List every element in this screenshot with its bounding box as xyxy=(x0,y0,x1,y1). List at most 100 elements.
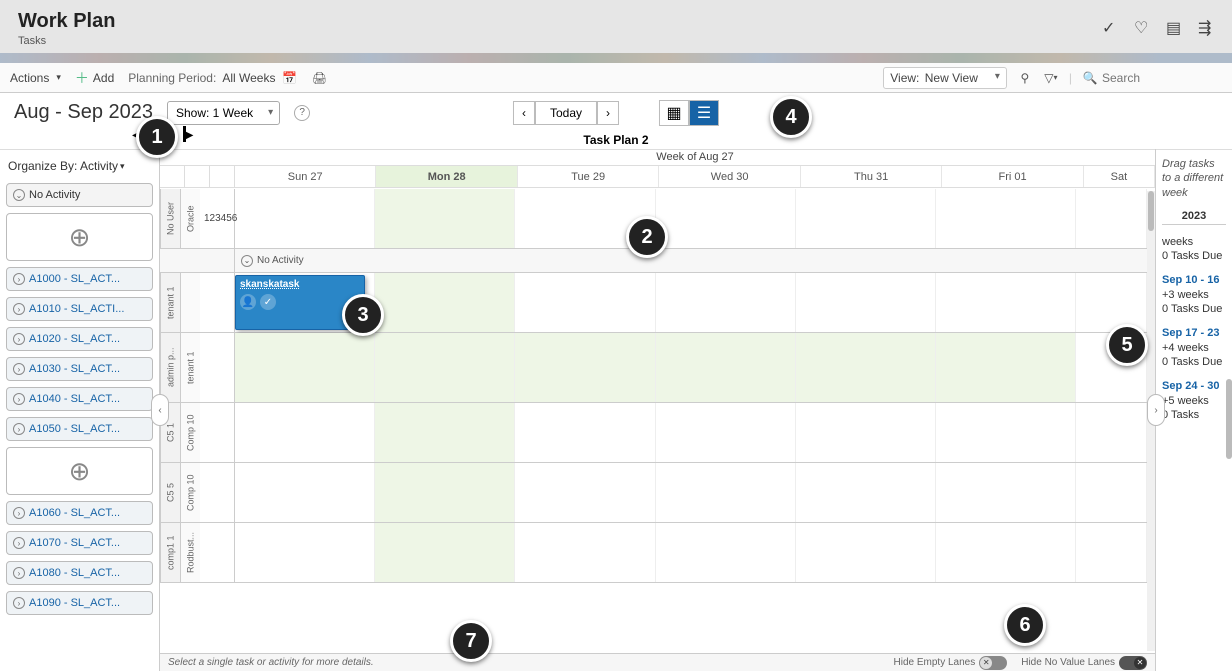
activity-chip[interactable]: ›A1040 - SL_ACT... xyxy=(6,387,153,411)
lane-row[interactable]: comp1 1 Rodbust... xyxy=(160,523,1147,583)
print-icon[interactable]: 🖨 xyxy=(311,70,327,86)
activity-chip[interactable]: ›A1060 - SL_ACT... xyxy=(6,501,153,525)
planning-label: Planning Period: xyxy=(128,71,216,85)
collapse-right-handle[interactable]: › xyxy=(1147,394,1165,426)
calendar-icon[interactable]: 📅 xyxy=(281,70,297,86)
left-sidebar: Organize By: Activity▾ ⌄No Activity ⊕ ›A… xyxy=(0,149,160,671)
no-activity-chip[interactable]: ⌄No Activity xyxy=(6,183,153,207)
week-header: Week of Aug 27 xyxy=(160,149,1155,166)
title-block: Work Plan Tasks xyxy=(18,10,115,47)
help-icon[interactable]: ? xyxy=(294,105,310,121)
view-value: New View xyxy=(925,71,978,85)
activity-chip[interactable]: ›A1030 - SL_ACT... xyxy=(6,357,153,381)
annotation-1: 1 xyxy=(136,116,178,158)
day-header[interactable]: Sun 27 xyxy=(235,166,376,187)
day-header[interactable]: Tue 29 xyxy=(518,166,659,187)
right-scrollbar[interactable] xyxy=(1226,379,1232,459)
activity-chip[interactable]: ›A1050 - SL_ACT... xyxy=(6,417,153,441)
day-header[interactable]: Thu 31 xyxy=(801,166,942,187)
filter-icon[interactable]: ▽▾ xyxy=(1043,70,1059,86)
grid-view-button[interactable]: ▦ xyxy=(659,100,689,126)
day-header[interactable]: Mon 28 xyxy=(376,166,517,187)
actions-menu[interactable]: Actions▾ xyxy=(10,71,61,85)
annotation-2: 2 xyxy=(626,216,668,258)
activity-chip[interactable]: ›A1000 - SL_ACT... xyxy=(6,267,153,291)
year-label: 2023 xyxy=(1162,210,1226,225)
week-block[interactable]: weeks 0 Tasks Due xyxy=(1162,235,1226,264)
heart-icon[interactable]: ♡ xyxy=(1134,18,1150,34)
activity-chip[interactable]: ›A1080 - SL_ACT... xyxy=(6,561,153,585)
day-header[interactable]: Fri 01 xyxy=(942,166,1083,187)
lane-row[interactable]: C5 1 Comp 10 xyxy=(160,403,1147,463)
search-field[interactable]: 🔍 xyxy=(1082,70,1222,86)
annotation-5: 5 xyxy=(1106,324,1148,366)
day-header-row: Sun 27 Mon 28 Tue 29 Wed 30 Thu 31 Fri 0… xyxy=(160,166,1155,188)
task-user-icon: 👤 xyxy=(240,294,256,310)
today-button[interactable]: Today xyxy=(535,101,597,125)
lane-row[interactable]: tenant 1 skanskatask 👤 ✓ xyxy=(160,273,1147,333)
toolbar: Actions▾ ＋Add Planning Period: All Weeks… xyxy=(0,63,1232,93)
lane-inner-label: Comp 10 xyxy=(180,463,200,522)
collapse-left-handle[interactable]: ‹ xyxy=(151,394,169,426)
planning-period[interactable]: Planning Period: All Weeks 📅 xyxy=(128,70,297,86)
page-icon[interactable]: ▤ xyxy=(1166,18,1182,34)
annotation-3: 3 xyxy=(342,294,384,336)
day-header[interactable]: Sat xyxy=(1084,166,1155,187)
lane-outer-label: C5 5 xyxy=(160,463,180,522)
prev-button[interactable]: ‹ xyxy=(513,101,535,125)
activity-chip[interactable]: ›A1090 - SL_ACT... xyxy=(6,591,153,615)
lane-outer-label: tenant 1 xyxy=(160,273,180,332)
view-switch: ▦ ☰ xyxy=(659,100,719,126)
search-icon: 🔍 xyxy=(1082,70,1098,86)
gantt-view-button[interactable]: ☰ xyxy=(689,100,719,126)
activity-chip[interactable]: ›A1010 - SL_ACTI... xyxy=(6,297,153,321)
lane-outer-label: admin p... xyxy=(160,333,180,402)
footer-hint: Select a single task or activity for mor… xyxy=(168,657,374,668)
hide-empty-toggle[interactable]: Hide Empty Lanes ✕ xyxy=(894,656,1008,670)
lane-outer-label: No User xyxy=(160,189,180,248)
check-icon[interactable]: ✓ xyxy=(1102,18,1118,34)
week-block[interactable]: Sep 17 - 23 +4 weeks 0 Tasks Due xyxy=(1162,326,1226,369)
wand-icon[interactable]: ⚲ xyxy=(1017,70,1033,86)
activity-chip[interactable]: ›A1020 - SL_ACT... xyxy=(6,327,153,351)
view-dropdown[interactable]: View: New View xyxy=(883,67,1007,89)
task-card-name: skanskatask xyxy=(240,279,360,290)
week-block[interactable]: Sep 10 - 16 +3 weeks 0 Tasks Due xyxy=(1162,273,1226,316)
date-nav: ‹ Today › ▦ ☰ xyxy=(513,100,719,126)
lane-inner-label: Oracle xyxy=(180,189,200,248)
lanes: No User Oracle 123456 ⌄ No Activity xyxy=(160,189,1147,651)
body: Task Plan 2 Organize By: Activity▾ ⌄No A… xyxy=(0,131,1232,671)
period-title: Aug - Sep 2023 xyxy=(14,101,153,124)
add-activity-top[interactable]: ⊕ xyxy=(6,213,153,261)
lane-inner-label: tenant 1 xyxy=(180,333,200,402)
add-button[interactable]: ＋Add xyxy=(75,68,114,88)
page-title: Work Plan xyxy=(18,10,115,33)
task-check-icon: ✓ xyxy=(260,294,276,310)
lane-row[interactable]: admin p... tenant 1 xyxy=(160,333,1147,403)
annotation-7: 7 xyxy=(450,620,492,662)
planning-value: All Weeks xyxy=(222,71,275,85)
group-header-label: No Activity xyxy=(257,255,304,266)
lane-outer-label: comp1 1 xyxy=(160,523,180,582)
next-button[interactable]: › xyxy=(597,101,619,125)
day-header[interactable]: Wed 30 xyxy=(659,166,800,187)
share-icon[interactable]: ⇶ xyxy=(1198,18,1214,34)
lane-row[interactable]: C5 5 Comp 10 xyxy=(160,463,1147,523)
footer: Select a single task or activity for mor… xyxy=(160,653,1155,671)
view-label: View: xyxy=(890,71,919,85)
search-input[interactable] xyxy=(1102,71,1222,85)
drag-hint: Drag tasks to a different week xyxy=(1162,157,1226,200)
lane-inner-label xyxy=(180,273,200,332)
hide-novalue-toggle[interactable]: Hide No Value Lanes ✕ xyxy=(1021,656,1147,670)
show-dropdown[interactable]: Show: 1 Week xyxy=(167,101,280,125)
add-activity-mid[interactable]: ⊕ xyxy=(6,447,153,495)
activity-chip[interactable]: ›A1070 - SL_ACT... xyxy=(6,531,153,555)
week-block[interactable]: Sep 24 - 30 +5 weeks 0 Tasks xyxy=(1162,379,1226,422)
annotation-6: 6 xyxy=(1004,604,1046,646)
organize-by-dropdown[interactable]: Organize By: Activity▾ xyxy=(6,155,153,177)
header-icons: ✓ ♡ ▤ ⇶ xyxy=(1102,10,1214,34)
lane-task-id: 123456 xyxy=(200,189,235,248)
annotation-4: 4 xyxy=(770,96,812,138)
app-header: Work Plan Tasks ✓ ♡ ▤ ⇶ xyxy=(0,0,1232,53)
lane-spacer xyxy=(200,273,235,332)
